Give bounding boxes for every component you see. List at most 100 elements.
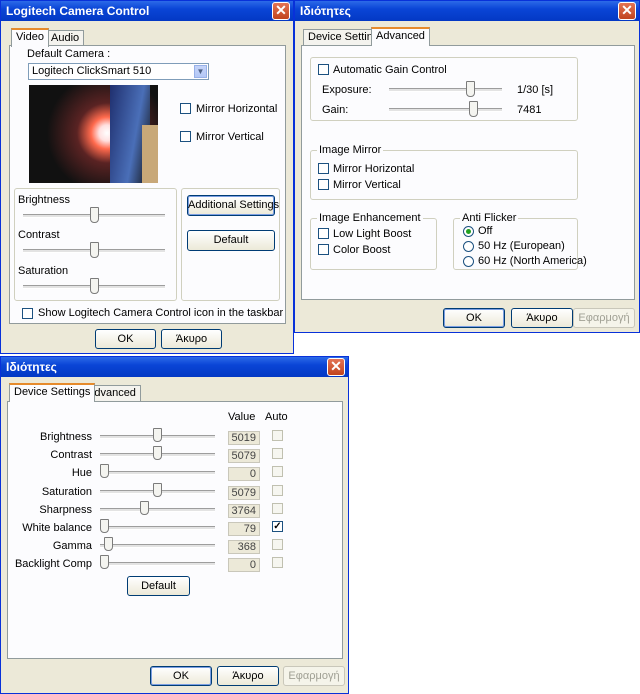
saturation-auto-checkbox[interactable] bbox=[272, 485, 283, 496]
tab-video[interactable]: Video bbox=[11, 28, 49, 47]
mirror-horizontal-label: Mirror Horizontal bbox=[333, 163, 415, 175]
mirror-vertical-checkbox[interactable] bbox=[318, 179, 329, 190]
brightness-value: 5019 bbox=[228, 431, 260, 445]
mirror-horizontal-checkbox[interactable] bbox=[318, 163, 329, 174]
gain-label: Gain: bbox=[322, 104, 349, 116]
contrast-value: 5079 bbox=[228, 449, 260, 463]
image-mirror-title: Image Mirror bbox=[317, 144, 384, 156]
close-icon[interactable]: ✕ bbox=[272, 2, 290, 20]
auto-column-header: Auto bbox=[265, 411, 288, 423]
default-button[interactable]: Default bbox=[187, 230, 275, 251]
saturation-slider[interactable] bbox=[153, 483, 162, 497]
sharpness-slider[interactable] bbox=[140, 501, 149, 515]
ok-button[interactable]: OK bbox=[443, 308, 505, 328]
image-enhancement-group: Image Enhancement Low Light Boost Color … bbox=[310, 212, 437, 270]
default-button[interactable]: Default bbox=[127, 576, 190, 596]
automatic-gain-control-checkbox[interactable] bbox=[318, 64, 329, 75]
video-panel: Default Camera : Logitech ClickSmart 510… bbox=[9, 45, 286, 324]
automatic-gain-control-label: Automatic Gain Control bbox=[333, 64, 447, 76]
backlight-comp-value: 0 bbox=[228, 558, 260, 572]
saturation-value: 5079 bbox=[228, 486, 260, 500]
apply-button[interactable]: Εφαρμογή bbox=[283, 666, 345, 686]
saturation-label: Saturation bbox=[18, 265, 69, 277]
sharpness-value: 3764 bbox=[228, 504, 260, 518]
brightness-label: Brightness bbox=[18, 194, 70, 206]
image-mirror-group: Image Mirror Mirror Horizontal Mirror Ve… bbox=[310, 144, 578, 200]
gamma-value: 368 bbox=[228, 540, 260, 554]
tab-device-settings[interactable]: Device Settings bbox=[9, 383, 96, 402]
saturation-label: Saturation bbox=[41, 486, 92, 498]
brightness-slider[interactable] bbox=[90, 207, 99, 223]
window-title: Logitech Camera Control bbox=[1, 1, 293, 21]
cancel-button[interactable]: Άκυρο bbox=[217, 666, 279, 686]
value-column-header: Value bbox=[228, 411, 256, 423]
window-title: Ιδιότητες bbox=[295, 1, 639, 21]
gamma-label: Gamma bbox=[52, 540, 92, 552]
hue-auto-checkbox[interactable] bbox=[272, 466, 283, 477]
advanced-panel: Automatic Gain Control Exposure: 1/30 [s… bbox=[301, 45, 635, 300]
white-balance-slider-track bbox=[100, 526, 215, 530]
flicker-off-radio[interactable] bbox=[463, 226, 474, 237]
camera-select[interactable]: Logitech ClickSmart 510 ▼ bbox=[28, 63, 209, 80]
cancel-button[interactable]: Άκυρο bbox=[511, 308, 573, 328]
contrast-slider[interactable] bbox=[90, 242, 99, 258]
taskbar-icon-checkbox[interactable] bbox=[22, 308, 33, 319]
exposure-slider[interactable] bbox=[466, 81, 475, 97]
contrast-label: Contrast bbox=[50, 449, 92, 461]
low-light-boost-checkbox[interactable] bbox=[318, 228, 329, 239]
backlight-comp-slider-track bbox=[100, 562, 215, 566]
brightness-auto-checkbox[interactable] bbox=[272, 430, 283, 441]
gamma-auto-checkbox[interactable] bbox=[272, 539, 283, 550]
gamma-slider-track bbox=[100, 544, 215, 548]
backlight-comp-slider[interactable] bbox=[100, 555, 109, 569]
brightness-label: Brightness bbox=[40, 431, 92, 443]
tab-audio[interactable]: Audio bbox=[46, 30, 85, 46]
tab-advanced[interactable]: Advanced bbox=[371, 27, 430, 46]
saturation-slider[interactable] bbox=[90, 278, 99, 294]
window-title: Ιδιότητες bbox=[1, 357, 348, 377]
flicker-50hz-radio[interactable] bbox=[463, 241, 474, 252]
sharpness-slider-track bbox=[100, 508, 215, 512]
chevron-down-icon[interactable]: ▼ bbox=[194, 65, 207, 78]
hue-slider[interactable] bbox=[100, 464, 109, 478]
image-enhancement-title: Image Enhancement bbox=[317, 212, 423, 224]
color-boost-checkbox[interactable] bbox=[318, 244, 329, 255]
close-icon[interactable]: ✕ bbox=[618, 2, 636, 20]
default-camera-label: Default Camera : bbox=[27, 48, 111, 60]
gain-slider[interactable] bbox=[469, 101, 478, 117]
tab-strip: Video Audio bbox=[11, 28, 111, 47]
gamma-slider[interactable] bbox=[104, 537, 113, 551]
logitech-camera-control-window: Logitech Camera Control ✕ Video Audio De… bbox=[0, 0, 294, 354]
ok-button[interactable]: OK bbox=[95, 329, 156, 349]
backlight-comp-auto-checkbox[interactable] bbox=[272, 557, 283, 568]
device-settings-panel: Value Auto Brightness 5019 Contrast 5079 Hue… bbox=[7, 401, 343, 659]
contrast-slider[interactable] bbox=[153, 446, 162, 460]
brightness-slider[interactable] bbox=[153, 428, 162, 442]
white-balance-auto-checkbox[interactable]: ✓ bbox=[272, 521, 283, 532]
exposure-label: Exposure: bbox=[322, 84, 372, 96]
tab-strip: Device Settings Advanced bbox=[9, 383, 209, 402]
image-adjustments-group: Brightness Contrast Saturation bbox=[14, 188, 177, 301]
apply-button[interactable]: Εφαρμογή bbox=[573, 308, 635, 328]
tab-strip: Device Settings Advanced bbox=[303, 27, 503, 46]
flicker-50hz-label: 50 Hz (European) bbox=[478, 240, 565, 252]
contrast-auto-checkbox[interactable] bbox=[272, 448, 283, 459]
ok-button[interactable]: OK bbox=[150, 666, 212, 686]
flicker-60hz-radio[interactable] bbox=[463, 256, 474, 267]
close-icon[interactable]: ✕ bbox=[327, 358, 345, 376]
sharpness-auto-checkbox[interactable] bbox=[272, 503, 283, 514]
low-light-boost-label: Low Light Boost bbox=[333, 228, 412, 240]
camera-preview bbox=[29, 85, 158, 183]
settings-buttons-group: Additional Settings Default bbox=[181, 188, 280, 301]
additional-settings-button[interactable]: Additional Settings bbox=[187, 195, 279, 216]
hue-value: 0 bbox=[228, 467, 260, 481]
white-balance-label: White balance bbox=[22, 522, 92, 534]
exposure-value: 1/30 [s] bbox=[517, 84, 554, 96]
backlight-comp-label: Backlight Comp bbox=[14, 558, 92, 570]
cancel-button[interactable]: Άκυρο bbox=[161, 329, 222, 349]
white-balance-slider[interactable] bbox=[100, 519, 109, 533]
mirror-vertical-label: Mirror Vertical bbox=[333, 179, 401, 191]
mirror-vertical-checkbox[interactable] bbox=[180, 131, 191, 142]
mirror-vertical-label: Mirror Vertical bbox=[196, 131, 264, 143]
mirror-horizontal-checkbox[interactable] bbox=[180, 103, 191, 114]
